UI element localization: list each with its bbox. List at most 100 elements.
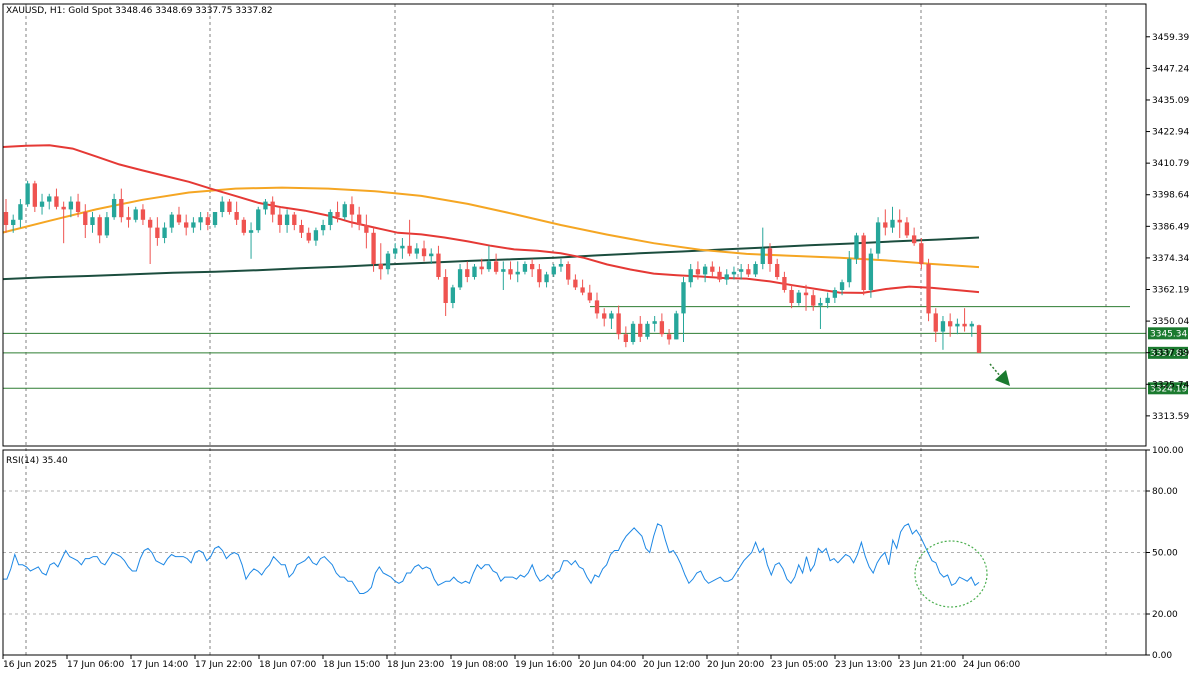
- candle-body: [385, 253, 391, 270]
- candle-body: [789, 290, 794, 303]
- candle-body: [702, 266, 708, 275]
- candle-body: [566, 264, 571, 280]
- candle-body: [695, 269, 701, 275]
- candle-body: [976, 325, 982, 353]
- candle-body: [825, 297, 830, 303]
- candle-body: [875, 222, 881, 254]
- price-tick-label: 3422.94: [1152, 128, 1189, 138]
- time-tick-label: 19 Jun 08:00: [451, 660, 508, 670]
- candle-body: [479, 266, 484, 270]
- candle-body: [919, 243, 924, 264]
- time-tick-label: 23 Jun 21:00: [899, 660, 956, 670]
- candle-body: [126, 217, 131, 220]
- candle-body: [111, 199, 117, 218]
- candle-body: [97, 217, 102, 236]
- candle-body: [313, 230, 319, 241]
- candle-body: [767, 248, 773, 264]
- candle-body: [205, 217, 210, 225]
- time-tick-label: 20 Jun 12:00: [643, 660, 700, 670]
- candle-body: [753, 264, 758, 275]
- time-tick-label: 18 Jun 23:00: [387, 660, 444, 670]
- candle-body: [61, 206, 66, 210]
- candle-body: [364, 225, 369, 233]
- candle-body: [450, 287, 456, 303]
- candle-body: [717, 271, 722, 280]
- candle-body: [940, 321, 946, 332]
- candle-body: [54, 196, 59, 207]
- candle-body: [746, 269, 751, 275]
- price-tick-label: 3337.89: [1152, 349, 1189, 359]
- candle-body: [775, 264, 780, 277]
- price-tick-label: 3386.49: [1152, 222, 1189, 232]
- candle-body: [811, 295, 816, 306]
- candle-body: [551, 266, 556, 275]
- candle-body: [796, 292, 801, 303]
- trading-chart[interactable]: 3345.343337.833324.19 3459.393447.243435…: [0, 0, 1200, 675]
- candle-body: [839, 282, 845, 290]
- candle-body: [147, 219, 153, 228]
- time-tick-label: 23 Jun 13:00: [835, 660, 892, 670]
- time-tick-label: 18 Jun 15:00: [323, 660, 380, 670]
- candle-body: [803, 292, 809, 296]
- candle-body: [349, 204, 355, 215]
- candle-body: [529, 264, 535, 270]
- candle-body: [357, 214, 362, 225]
- candle-body: [515, 271, 520, 275]
- candle-body: [436, 253, 441, 277]
- rsi-header: RSI(14) 35.40: [6, 456, 68, 466]
- candle-body: [738, 269, 744, 272]
- candle-body: [90, 217, 95, 225]
- rsi-tick-label: 80.00: [1152, 487, 1178, 497]
- candle-body: [688, 269, 693, 283]
- candle-body: [25, 183, 30, 205]
- candle-body: [573, 279, 578, 288]
- candle-body: [818, 303, 823, 306]
- candle-body: [609, 313, 614, 319]
- level-price-tag: 3345.34: [1148, 327, 1188, 340]
- candle-body: [212, 212, 218, 225]
- candle-body: [508, 269, 513, 275]
- candle-body: [493, 261, 499, 272]
- candle-body: [328, 212, 333, 225]
- price-tick-label: 3374.34: [1152, 254, 1189, 264]
- candle-body: [378, 264, 383, 270]
- candle-body: [522, 264, 528, 272]
- symbol-header: XAUUSD, H1: Gold Spot 3348.46 3348.69 33…: [6, 6, 273, 16]
- candle-body: [558, 264, 564, 267]
- candle-body: [868, 253, 874, 290]
- candle-body: [320, 225, 326, 231]
- candle-body: [11, 219, 16, 225]
- time-tick-label: 17 Jun 14:00: [131, 660, 188, 670]
- candle-body: [457, 269, 463, 288]
- candle-body: [486, 261, 492, 270]
- candle-body: [897, 219, 902, 223]
- price-tick-label: 3447.24: [1152, 64, 1189, 74]
- candle-body: [184, 222, 189, 228]
- candle-body: [544, 274, 549, 283]
- candle-body: [472, 266, 477, 277]
- candle-body: [443, 277, 448, 303]
- candle-body: [587, 292, 592, 301]
- candle-body: [861, 235, 866, 290]
- candle-body: [731, 271, 737, 275]
- candle-body: [710, 266, 715, 272]
- candle-body: [284, 214, 290, 225]
- candle-body: [3, 212, 9, 225]
- candle-body: [638, 323, 643, 337]
- price-tick-label: 3435.09: [1152, 96, 1189, 106]
- candle-body: [883, 222, 888, 228]
- candle-body: [176, 214, 182, 223]
- candle-body: [32, 183, 37, 207]
- candle-body: [270, 201, 275, 215]
- candle-body: [659, 321, 665, 335]
- candle-body: [955, 323, 960, 327]
- candle-body: [962, 323, 967, 327]
- time-tick-label: 20 Jun 04:00: [579, 660, 636, 670]
- candle-body: [18, 204, 23, 220]
- candle-body: [198, 217, 203, 223]
- candle-body: [623, 334, 628, 342]
- candle-body: [926, 264, 931, 314]
- candle-body: [256, 209, 261, 231]
- candle-body: [47, 196, 52, 202]
- candle-body: [465, 269, 470, 277]
